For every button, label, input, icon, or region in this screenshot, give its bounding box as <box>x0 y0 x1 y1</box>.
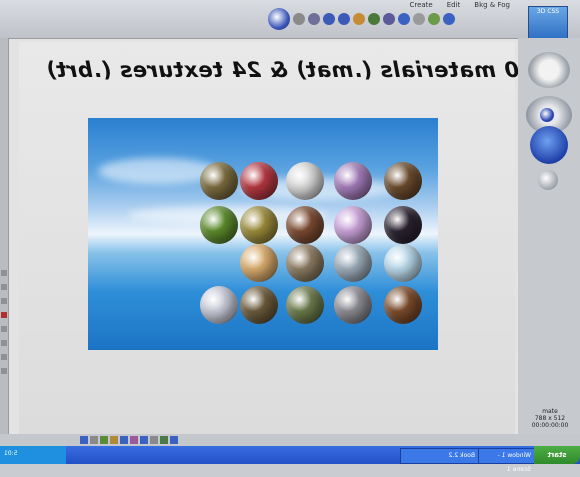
status-line-2: 788 x 512 <box>534 415 566 422</box>
material-sphere[interactable] <box>384 244 422 282</box>
toolbar-icons <box>268 8 455 30</box>
left-tool-icon[interactable] <box>1 368 7 374</box>
material-sphere[interactable] <box>334 162 372 200</box>
app-logo: 3D CSS <box>528 6 568 40</box>
status-line-1: mate <box>542 408 558 415</box>
material-sphere[interactable] <box>240 206 278 244</box>
object-icon[interactable] <box>150 436 158 444</box>
material-sphere[interactable] <box>200 162 238 200</box>
material-sphere[interactable] <box>334 244 372 282</box>
material-sphere[interactable] <box>334 286 372 324</box>
world-disc-icon[interactable] <box>268 8 290 30</box>
material-sphere[interactable] <box>200 206 238 244</box>
cube-tool-icon[interactable] <box>308 13 320 25</box>
material-sphere[interactable] <box>334 206 372 244</box>
text-tool-icon[interactable] <box>398 13 410 25</box>
left-tool-icon[interactable] <box>1 354 7 360</box>
render-scene[interactable] <box>88 118 438 350</box>
rotate-knob-icon[interactable] <box>540 108 554 122</box>
taskbar-window-book[interactable]: Book 2.2 <box>400 448 480 464</box>
left-tool-icon[interactable] <box>1 298 7 304</box>
left-tool-icon[interactable] <box>1 270 7 276</box>
left-tool-strip <box>0 38 8 434</box>
left-tool-icon[interactable] <box>1 340 7 346</box>
clock: 5:01 <box>4 450 18 457</box>
material-sphere[interactable] <box>384 206 422 244</box>
object-icon[interactable] <box>80 436 88 444</box>
object-icon[interactable] <box>100 436 108 444</box>
material-sphere[interactable] <box>240 244 278 282</box>
left-tool-icon[interactable] <box>1 284 7 290</box>
landscape-tool-icon[interactable] <box>428 13 440 25</box>
object-icon[interactable] <box>140 436 148 444</box>
material-sphere[interactable] <box>384 162 422 200</box>
bottom-icons <box>80 436 178 444</box>
material-sphere[interactable] <box>200 286 238 324</box>
object-icon[interactable] <box>130 436 138 444</box>
material-sphere[interactable] <box>286 286 324 324</box>
object-icon[interactable] <box>120 436 128 444</box>
material-tool-icon[interactable] <box>413 13 425 25</box>
top-toolbar: Create Edit Bkg & Fog 3D CSS <box>0 0 580 40</box>
system-tray: 5:01 <box>0 446 66 464</box>
sphere-tool-icon[interactable] <box>293 13 305 25</box>
taskbar: 5:01 Book 2.2 Window 1 - Scene 1 start <box>0 446 580 473</box>
object-icon[interactable] <box>160 436 168 444</box>
navigation-panel <box>518 38 580 434</box>
zoom-ball-icon[interactable] <box>538 170 558 190</box>
material-sphere[interactable] <box>286 206 324 244</box>
object-icon[interactable] <box>170 436 178 444</box>
headline-3d-text: 20 materials (.mat) & 24 textures (.brt) <box>45 58 535 82</box>
status-line-3: 00:00:00:00 <box>531 422 569 429</box>
render-tool-icon[interactable] <box>443 13 455 25</box>
left-tool-icon[interactable] <box>1 312 7 318</box>
taskbar-window-scene[interactable]: Window 1 - Scene 1 <box>478 448 536 473</box>
material-sphere[interactable] <box>384 286 422 324</box>
tree-tool-icon[interactable] <box>368 13 380 25</box>
bottom-toolbar <box>0 434 580 446</box>
move-arrows-icon[interactable] <box>530 126 568 164</box>
material-sphere[interactable] <box>240 286 278 324</box>
menu-item-bkg-fog[interactable]: Bkg & Fog <box>474 1 510 9</box>
material-sphere[interactable] <box>286 244 324 282</box>
cone-tool-icon[interactable] <box>323 13 335 25</box>
start-button[interactable]: start <box>534 446 580 464</box>
object-icon[interactable] <box>90 436 98 444</box>
light-tool-icon[interactable] <box>353 13 365 25</box>
cylinder-tool-icon[interactable] <box>338 13 350 25</box>
material-sphere[interactable] <box>286 162 324 200</box>
object-icon[interactable] <box>110 436 118 444</box>
material-sphere[interactable] <box>240 162 278 200</box>
trackball-control-icon[interactable] <box>528 52 570 88</box>
camera-tool-icon[interactable] <box>383 13 395 25</box>
left-tool-icon[interactable] <box>1 326 7 332</box>
